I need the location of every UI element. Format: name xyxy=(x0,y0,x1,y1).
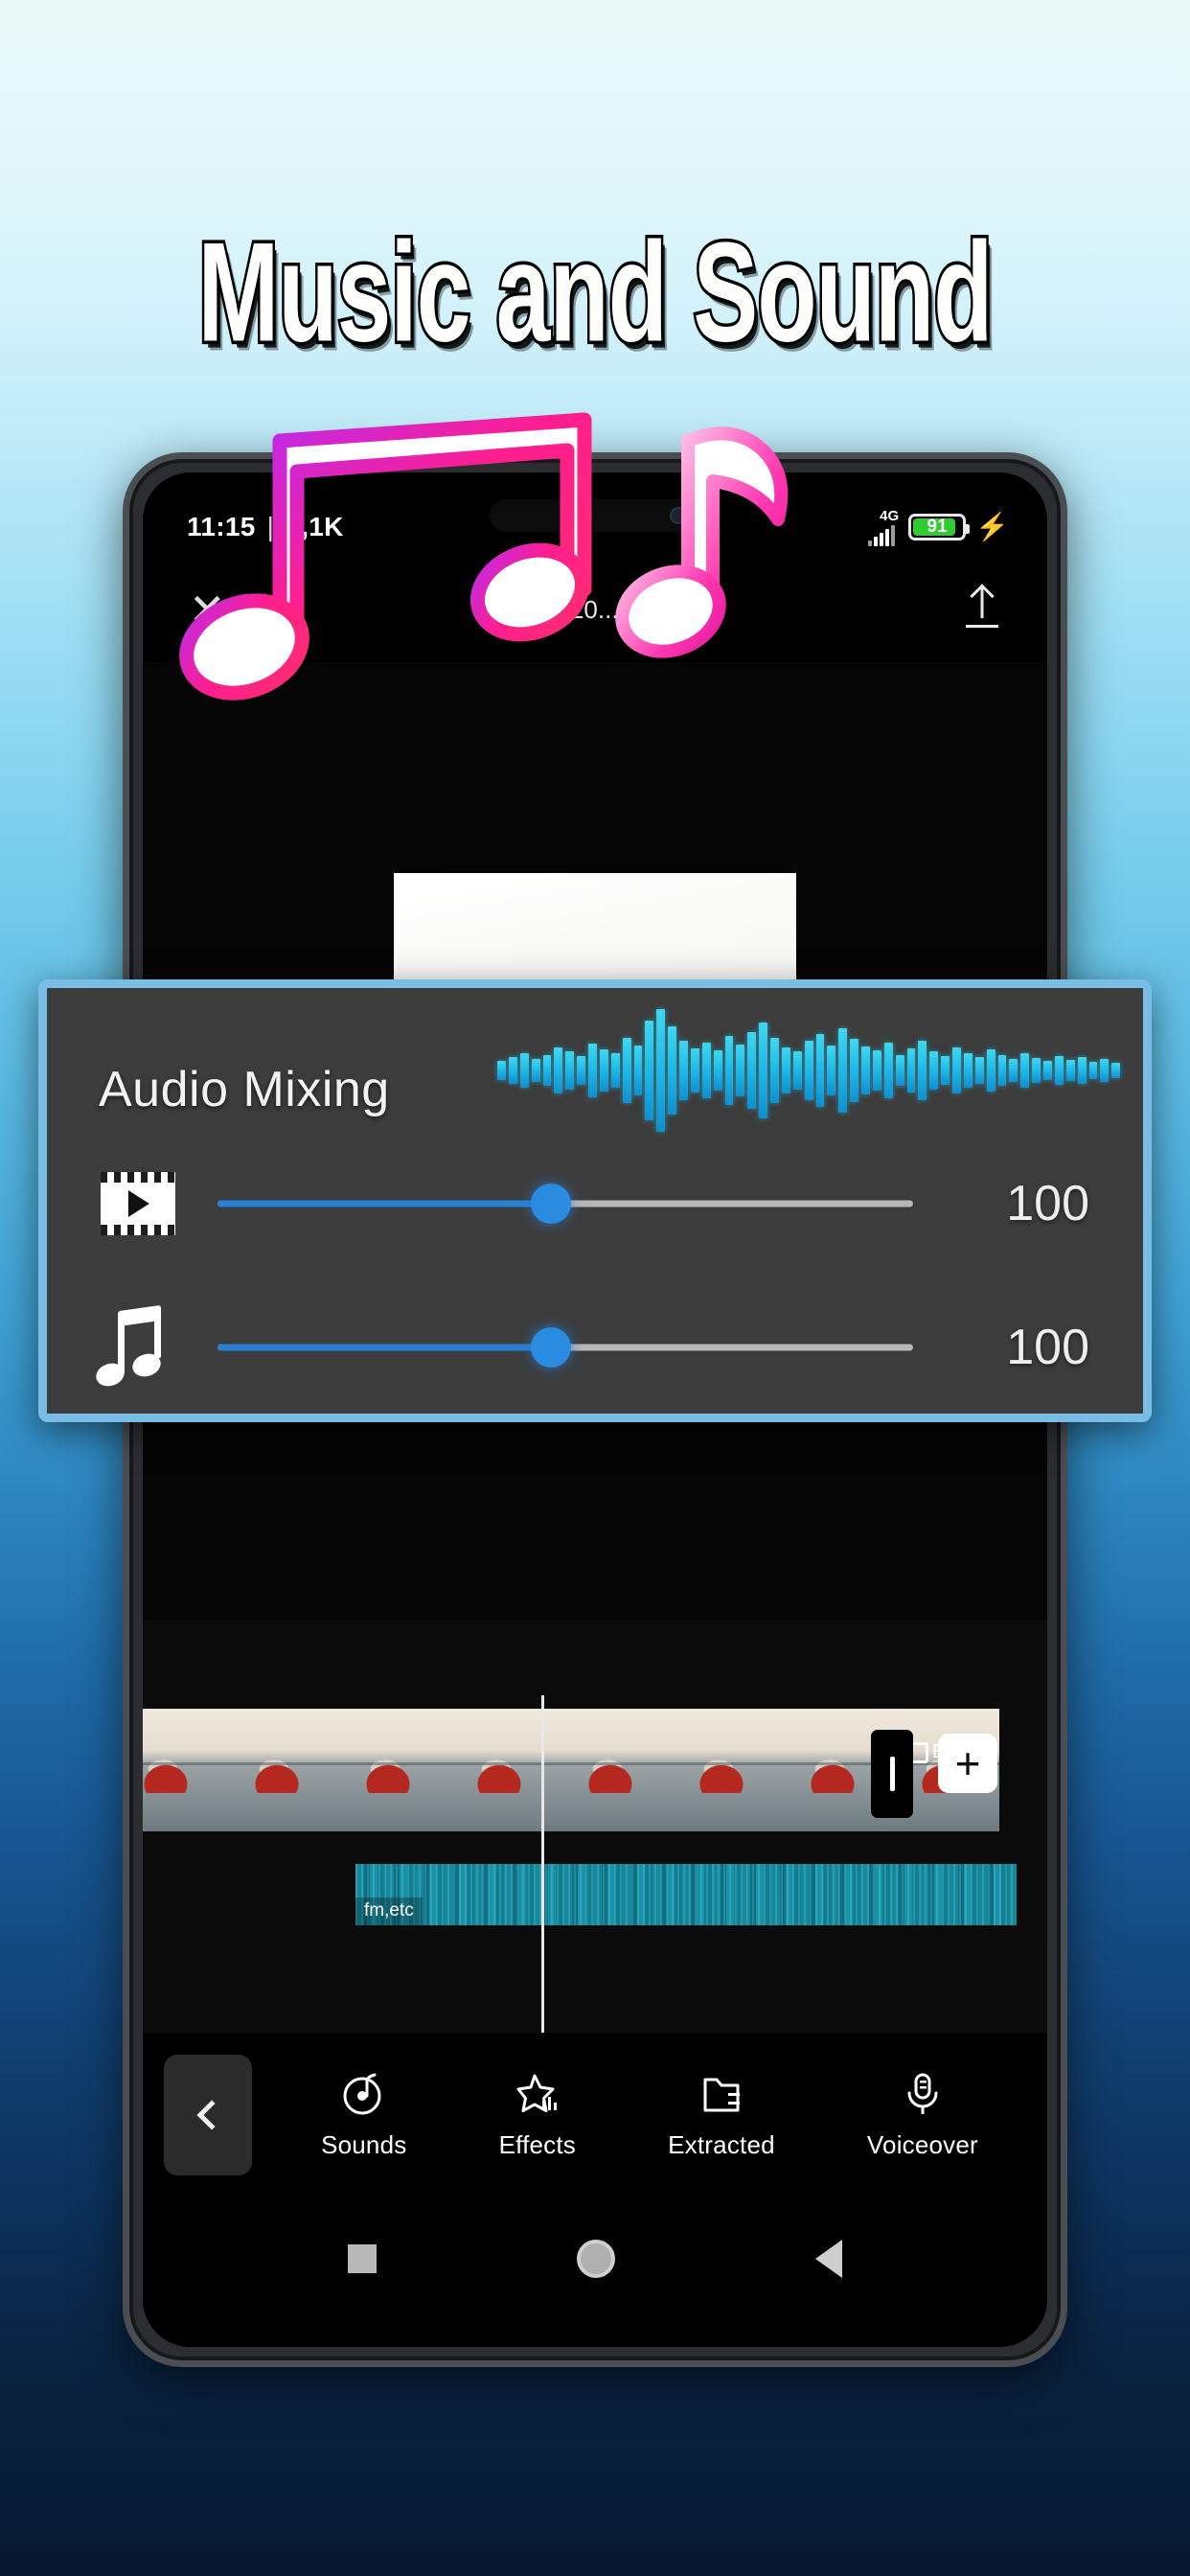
music-volume-value: 100 xyxy=(1006,1320,1089,1375)
back-button[interactable] xyxy=(164,2055,252,2175)
status-bar-left: 11:15 | 0,1K xyxy=(187,512,344,542)
battery-level-label: 91 xyxy=(927,517,948,537)
effects-star-icon xyxy=(514,2070,561,2118)
audio-mixing-header: Audio Mixing xyxy=(47,988,1143,1132)
timeline-thumbnail[interactable] xyxy=(555,1709,666,1831)
music-volume-row[interactable]: 100 xyxy=(47,1276,1143,1414)
toolbar-label-effects: Effects xyxy=(498,2130,576,2159)
music-slider-knob[interactable] xyxy=(531,1327,572,1368)
signal-indicator: 4G xyxy=(868,509,899,546)
audio-clip-waveform xyxy=(355,1864,1017,1925)
toolbar-item-sounds[interactable]: Sounds xyxy=(321,2070,406,2160)
home-circle-icon[interactable] xyxy=(576,2240,615,2278)
video-volume-slider[interactable] xyxy=(217,1180,913,1228)
status-bar: 11:15 | 0,1K 4G 91 ⚡ xyxy=(143,472,1047,557)
toolbar-label-sounds: Sounds xyxy=(321,2130,407,2159)
video-volume-value: 100 xyxy=(1006,1176,1089,1231)
audio-mixing-panel[interactable]: Audio Mixing 100 100 xyxy=(38,979,1152,1422)
network-type-label: 4G xyxy=(880,507,900,524)
status-separator: | xyxy=(266,512,275,541)
toolbar-label-extracted: Extracted xyxy=(668,2130,775,2159)
resolution-badge[interactable]: 20... xyxy=(570,595,619,625)
page-title-text: Music and Sound xyxy=(195,214,995,373)
timeline-thumbnail[interactable] xyxy=(666,1709,777,1831)
clip-trim-handle[interactable] xyxy=(871,1730,913,1818)
music-slider-fill xyxy=(217,1344,552,1351)
toolbar-items: Sounds Effects Extracted Voiceover xyxy=(252,2070,1047,2160)
status-data-rate: 0,1K xyxy=(286,512,344,541)
editor-app-bar: ✕ 20... xyxy=(143,557,1047,662)
audio-clip[interactable]: fm,etc xyxy=(355,1864,1017,1925)
video-slider-fill xyxy=(217,1200,552,1208)
audio-clip-label: fm,etc xyxy=(355,1898,423,1925)
sounds-disc-icon xyxy=(340,2070,388,2118)
audio-mixing-waveform xyxy=(497,1009,1121,1132)
audio-toolbar: Sounds Effects Extracted Voiceover xyxy=(143,2033,1047,2197)
volume-down-button[interactable] xyxy=(123,831,126,946)
toolbar-item-effects[interactable]: Effects xyxy=(499,2070,576,2160)
charging-bolt-icon: ⚡ xyxy=(975,512,1009,541)
timeline-thumbnail[interactable] xyxy=(444,1709,555,1831)
toolbar-item-voiceover[interactable]: Voiceover xyxy=(867,2070,978,2160)
extracted-folder-icon xyxy=(698,2070,745,2118)
signal-bars-icon xyxy=(868,524,896,546)
timeline-thumbnail[interactable] xyxy=(221,1709,332,1831)
status-time: 11:15 xyxy=(187,512,256,541)
close-icon[interactable]: ✕ xyxy=(189,587,226,632)
battery-icon: 91 xyxy=(908,514,971,540)
video-slider-knob[interactable] xyxy=(531,1184,572,1224)
toolbar-label-voiceover: Voiceover xyxy=(866,2130,978,2159)
video-film-icon xyxy=(101,1172,204,1235)
add-clip-button[interactable]: + xyxy=(938,1734,997,1793)
music-volume-slider[interactable] xyxy=(217,1323,913,1371)
upload-icon[interactable] xyxy=(963,584,1001,632)
status-bar-right: 4G 91 ⚡ xyxy=(868,509,1009,546)
android-nav-bar xyxy=(143,2197,1047,2347)
timeline-thumbnail[interactable] xyxy=(143,1709,221,1831)
volume-up-button[interactable] xyxy=(123,725,126,789)
page-title: Music and Sound xyxy=(0,218,1190,367)
chevron-left-icon xyxy=(196,2100,227,2130)
video-volume-row[interactable]: 100 xyxy=(47,1132,1143,1276)
music-note-icon xyxy=(93,1304,204,1391)
recents-square-icon[interactable] xyxy=(348,2244,378,2273)
audio-mixing-title: Audio Mixing xyxy=(99,1062,390,1117)
timeline-thumbnail[interactable] xyxy=(332,1709,444,1831)
voiceover-mic-icon xyxy=(899,2070,947,2118)
toolbar-item-extracted[interactable]: Extracted xyxy=(668,2070,775,2160)
back-triangle-icon[interactable] xyxy=(814,2240,842,2278)
